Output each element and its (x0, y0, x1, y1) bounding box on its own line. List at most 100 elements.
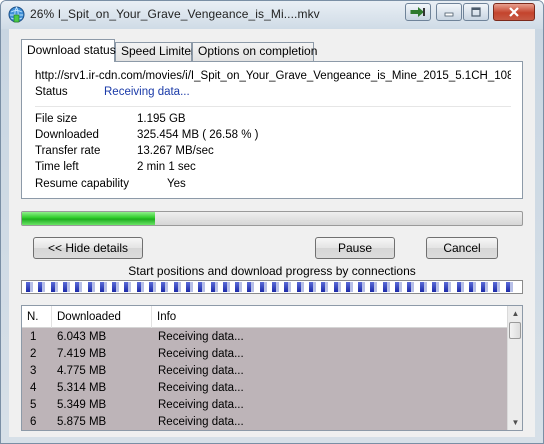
connection-segment (173, 282, 181, 292)
window-title: 26% I_Spit_on_Your_Grave_Vengeance_is_Mi… (30, 7, 320, 21)
list-item[interactable]: 6 5.875 MB Receiving data... (22, 414, 507, 430)
list-rows: 1 6.043 MB Receiving data... 2 7.419 MB Recei… (22, 329, 507, 430)
connection-segment (382, 282, 390, 292)
tab-options-on-completion[interactable]: Options on completion (192, 42, 317, 61)
connection-segment (505, 282, 513, 292)
list-scrollbar[interactable]: ▲ ▼ (507, 306, 522, 430)
connection-segment (62, 282, 70, 292)
minimize-to-tray-button[interactable] (405, 3, 431, 21)
row-info: Receiving data... (158, 382, 244, 394)
row-number: 6 (30, 416, 37, 428)
downloaded-value: 325.454 MB ( 26.58 % ) (137, 129, 259, 141)
connection-segment (185, 282, 193, 292)
connection-segment (149, 282, 156, 292)
connections-progress-bar (21, 280, 523, 294)
connection-segment (99, 282, 107, 292)
file-size-value: 1.195 GB (137, 113, 186, 125)
connection-segment (419, 282, 427, 292)
connection-segment (431, 282, 439, 292)
connections-caption: Start positions and download progress by… (128, 264, 416, 278)
transfer-rate-label: Transfer rate (35, 145, 101, 157)
connection-segment (26, 282, 33, 292)
resume-capability-label: Resume capability (35, 178, 129, 190)
download-status-panel: http://srv1.ir-cdn.com/movies/i/I_Spit_o… (21, 61, 523, 199)
list-item[interactable]: 2 7.419 MB Receiving data... (22, 346, 507, 363)
row-info: Receiving data... (158, 348, 244, 360)
file-size-label: File size (35, 113, 78, 125)
row-info: Receiving data... (158, 365, 244, 377)
row-downloaded: 4.775 MB (57, 365, 107, 377)
connection-segment (87, 282, 95, 292)
row-number: 3 (30, 365, 37, 377)
connection-segment (296, 282, 304, 292)
connection-segment (198, 282, 206, 292)
transfer-rate-value: 13.267 MB/sec (137, 145, 214, 157)
hide-details-button[interactable]: << Hide details (33, 237, 143, 259)
connection-segment (321, 282, 329, 292)
globe-download-icon (8, 6, 25, 23)
list-item[interactable]: 5 5.349 MB Receiving data... (22, 397, 507, 414)
row-downloaded: 5.314 MB (57, 382, 107, 394)
scroll-down-icon[interactable]: ▼ (508, 415, 522, 430)
connection-segment (235, 282, 243, 292)
arrow-to-tray-icon (410, 7, 425, 17)
connection-segment (481, 282, 489, 292)
connection-segment (493, 282, 501, 292)
close-icon (509, 7, 519, 17)
minimize-icon (444, 12, 454, 17)
row-number: 4 (30, 382, 37, 394)
download-url: http://srv1.ir-cdn.com/movies/i/I_Spit_o… (35, 70, 511, 82)
dialog-content: Download status Speed Limiter Options on… (9, 29, 535, 437)
connection-segment (210, 282, 218, 292)
connection-segment (333, 282, 341, 292)
row-number: 5 (30, 399, 37, 411)
list-item[interactable]: 3 4.775 MB Receiving data... (22, 363, 507, 380)
download-progress-window: 26% I_Spit_on_Your_Grave_Vengeance_is_Mi… (0, 0, 544, 444)
connection-segment (407, 282, 415, 292)
title-bar[interactable]: 26% I_Spit_on_Your_Grave_Vengeance_is_Mi… (1, 1, 543, 29)
connection-segment (308, 282, 316, 292)
tab-download-status[interactable]: Download status (21, 39, 116, 62)
list-header: N. Downloaded Info (22, 306, 507, 328)
maximize-icon (471, 7, 481, 17)
row-info: Receiving data... (158, 399, 244, 411)
connection-segment (136, 282, 144, 292)
maximize-button[interactable] (463, 3, 489, 21)
close-window-button[interactable] (493, 3, 535, 21)
connection-segment (124, 282, 132, 292)
list-item[interactable]: 1 6.043 MB Receiving data... (22, 329, 507, 346)
status-value: Receiving data... (104, 86, 190, 98)
row-downloaded: 5.349 MB (57, 399, 107, 411)
pause-button[interactable]: Pause (315, 237, 395, 259)
minimize-button[interactable] (436, 3, 462, 21)
connection-segment (222, 282, 230, 292)
connection-segment (468, 282, 476, 292)
row-downloaded: 6.043 MB (57, 331, 107, 343)
cancel-button[interactable]: Cancel (426, 237, 498, 259)
row-downloaded: 7.419 MB (57, 348, 107, 360)
connection-segment (456, 282, 464, 292)
connection-segment (444, 282, 452, 292)
connections-list[interactable]: N. Downloaded Info 1 6.043 MB Receiving da… (21, 305, 523, 431)
column-header-number[interactable]: N. (22, 306, 52, 328)
connection-segment (50, 282, 58, 292)
list-item[interactable]: 4 5.314 MB Receiving data... (22, 380, 507, 397)
row-downloaded: 5.875 MB (57, 416, 107, 428)
scrollbar-thumb[interactable] (509, 322, 521, 339)
connection-segment (395, 282, 402, 292)
time-left-label: Time left (35, 161, 79, 173)
scroll-up-icon[interactable]: ▲ (508, 306, 522, 321)
connection-segment (259, 282, 267, 292)
downloaded-label: Downloaded (35, 129, 99, 141)
row-number: 1 (30, 331, 37, 343)
connection-segment (358, 282, 366, 292)
column-header-info[interactable]: Info (152, 306, 507, 328)
row-info: Receiving data... (158, 331, 244, 343)
tab-speed-limiter[interactable]: Speed Limiter (115, 42, 195, 61)
download-progress-bar (21, 211, 523, 226)
row-number: 2 (30, 348, 37, 360)
time-left-value: 2 min 1 sec (137, 161, 196, 173)
download-progress-fill (22, 212, 155, 225)
column-header-downloaded[interactable]: Downloaded (52, 306, 152, 328)
row-info: Receiving data... (158, 416, 244, 428)
